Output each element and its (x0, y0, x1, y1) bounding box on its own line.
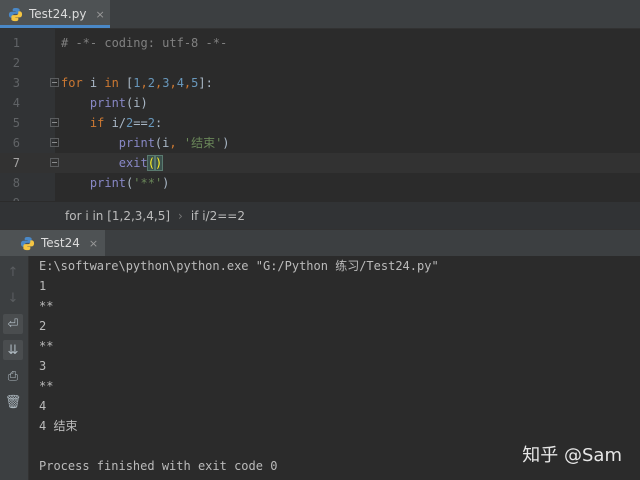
code-token: 2 (147, 116, 155, 130)
breadcrumb-item-for[interactable]: for i in [1,2,3,4,5] (65, 209, 170, 223)
close-icon[interactable]: × (89, 237, 98, 250)
code-token: , (169, 76, 177, 90)
line-number: 9 (0, 193, 20, 201)
code-line[interactable]: 1 # -*- coding: utf-8 -*- (0, 33, 640, 53)
code-editor[interactable]: 1 # -*- coding: utf-8 -*- 2 3 for i in [1,2,… (0, 29, 640, 201)
run-tab-label: Test24 (41, 236, 80, 250)
run-tool-window-header: Test24 × (0, 229, 640, 257)
code-token: == (133, 116, 148, 130)
code-token: 2 (147, 76, 155, 90)
scroll-down-icon[interactable]: ↓ (3, 288, 23, 308)
code-token: ( (146, 155, 156, 171)
run-toolbar: ↑ ↓ ⏎ ⇊ ⎙ 🗑 (0, 256, 29, 480)
python-file-icon (8, 7, 23, 21)
line-number: 8 (12, 176, 20, 190)
fold-marker-icon[interactable] (50, 158, 59, 167)
console-line: 1 (39, 279, 47, 293)
console-line: 4 结束 (39, 419, 78, 433)
code-token: for (61, 76, 83, 90)
code-token: exit (118, 156, 148, 170)
code-token: ) (153, 155, 164, 171)
scroll-to-end-icon[interactable]: ⇊ (3, 340, 23, 360)
line-number: 5 (12, 116, 20, 130)
code-line[interactable]: 8 print('**') (0, 173, 640, 193)
editor-tab-bar: Test24.py × (0, 0, 640, 29)
code-line[interactable]: 3 for i in [1,2,3,4,5]: (0, 73, 640, 93)
line-number: 6 (12, 136, 20, 150)
code-token: if (89, 116, 105, 130)
code-token: (i) (126, 96, 148, 110)
line-number: 3 (12, 76, 20, 90)
code-token: , (169, 136, 177, 150)
code-token: '**' (133, 176, 163, 190)
fold-marker-icon[interactable] (50, 118, 59, 127)
code-token: [ (118, 76, 134, 90)
code-token: print (89, 176, 127, 190)
fold-marker-icon[interactable] (50, 138, 59, 147)
line-number: 7 (12, 156, 20, 170)
console-line: 3 (39, 359, 47, 373)
fold-marker-icon[interactable] (50, 78, 59, 87)
code-token: i (82, 76, 105, 90)
breadcrumb-separator: › (178, 208, 183, 223)
code-token: (i (154, 136, 170, 150)
watermark: 知乎 @Sam (522, 445, 622, 466)
code-text: for i in [1,2,3,4,5]: (61, 73, 213, 93)
soft-wrap-icon[interactable]: ⏎ (3, 314, 23, 334)
code-text: # -*- coding: utf-8 -*- (61, 33, 227, 53)
code-token: ) (162, 176, 170, 190)
code-line[interactable]: 2 (0, 53, 640, 73)
code-token: ) (222, 136, 230, 150)
code-line[interactable]: 9 (0, 193, 640, 201)
console-line: Process finished with exit code 0 (39, 459, 278, 473)
text-caret (162, 156, 164, 171)
editor-tab-test24[interactable]: Test24.py × (0, 0, 110, 28)
breadcrumb: for i in [1,2,3,4,5] › if i/2==2 (0, 201, 640, 229)
code-text: if i/2==2: (61, 113, 162, 133)
line-number: 2 (12, 56, 20, 70)
close-icon[interactable]: × (95, 8, 104, 21)
console-line: ** (39, 299, 54, 313)
code-token: '结束' (183, 136, 223, 150)
code-token: print (118, 136, 155, 150)
code-token: 4 (176, 76, 184, 90)
code-text: exit() (61, 153, 164, 173)
code-line[interactable]: 4 print(i) (0, 93, 640, 113)
line-number: 1 (12, 36, 20, 50)
print-icon[interactable]: ⎙ (3, 366, 23, 386)
run-tab-test24[interactable]: Test24 × (0, 230, 105, 256)
code-token: , (140, 76, 148, 90)
code-line[interactable]: 7 exit() (0, 153, 640, 173)
line-number: 4 (12, 96, 20, 110)
python-run-icon (20, 236, 35, 250)
code-text: print(i, '结束') (61, 133, 230, 153)
breadcrumb-item-if[interactable]: if i/2==2 (191, 209, 245, 223)
code-token: # -*- coding: utf-8 -*- (61, 36, 228, 50)
code-token: ]: (198, 76, 213, 90)
code-token: in (104, 76, 119, 90)
code-token: print (89, 96, 127, 110)
console-line: E:\software\python\python.exe "G:/Python… (39, 259, 439, 273)
code-line[interactable]: 5 if i/2==2: (0, 113, 640, 133)
console-line: ** (39, 379, 54, 393)
console-line: 2 (39, 319, 47, 333)
editor-tab-label: Test24.py (29, 7, 87, 21)
console-line: ** (39, 339, 54, 353)
code-token: i/ (104, 116, 127, 130)
code-line[interactable]: 6 print(i, '结束') (0, 133, 640, 153)
console-line: 4 (39, 399, 47, 413)
rerun-up-icon[interactable]: ↑ (3, 262, 23, 282)
code-token: : (154, 116, 163, 130)
code-text: print(i) (61, 93, 148, 113)
code-text: print('**') (61, 173, 170, 193)
trash-icon[interactable]: 🗑 (3, 392, 23, 412)
code-token: 1 (133, 76, 141, 90)
